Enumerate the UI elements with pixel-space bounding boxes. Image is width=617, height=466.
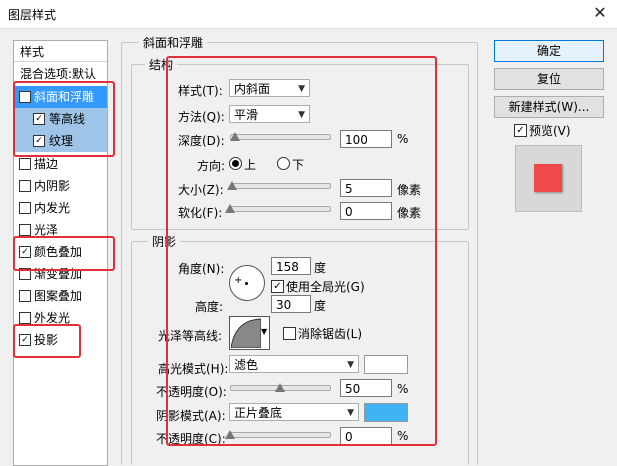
reset-button[interactable]: 复位 — [494, 68, 604, 90]
checkbox-inner-glow[interactable] — [19, 202, 31, 214]
preview-label: 预览(V) — [529, 124, 571, 138]
annotation-box-bevel — [13, 81, 115, 157]
sidebar-item-inner-glow[interactable]: 内发光 — [14, 197, 107, 219]
checkbox-pattern-overlay[interactable] — [19, 290, 31, 302]
checkbox-outer-glow[interactable] — [19, 312, 31, 324]
bevel-emboss-title: 斜面和浮雕 — [139, 34, 208, 51]
styles-header: 样式 — [14, 41, 107, 62]
window-title: 图层样式 — [8, 8, 57, 22]
preview-checkbox[interactable]: ✓ — [514, 124, 527, 137]
annotation-box-drop-shadow — [13, 324, 81, 358]
ok-button[interactable]: 确定 — [494, 40, 604, 62]
checkbox-satin[interactable] — [19, 224, 31, 236]
checkbox-inner-shadow[interactable] — [19, 180, 31, 192]
annotation-box-color-overlay — [13, 236, 115, 271]
annotation-box-settings — [166, 56, 437, 446]
sidebar-item-pattern-overlay[interactable]: 图案叠加 — [14, 285, 107, 307]
new-style-button[interactable]: 新建样式(W)... — [494, 96, 604, 118]
sidebar-item-inner-shadow[interactable]: 内阴影 — [14, 175, 107, 197]
preview-thumbnail — [515, 145, 582, 212]
preview-swatch — [534, 164, 562, 192]
checkbox-stroke[interactable] — [19, 158, 31, 170]
close-icon[interactable]: ✕ — [586, 2, 614, 24]
title-bar: 图层样式 ✕ — [0, 0, 617, 29]
